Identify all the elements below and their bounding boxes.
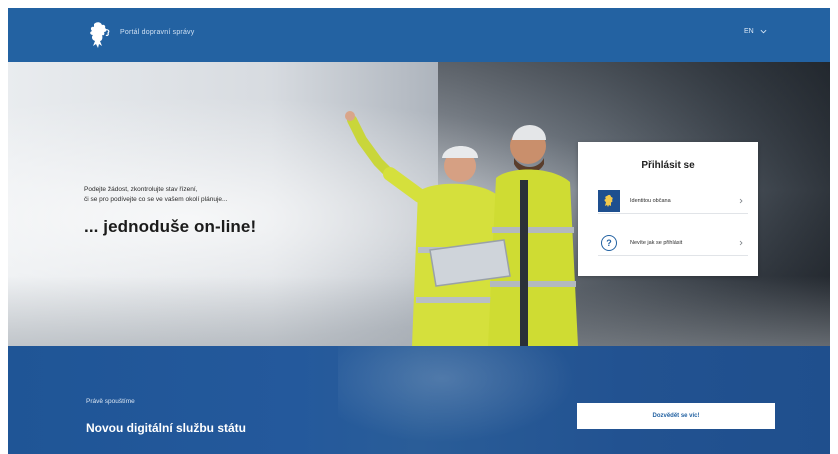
login-option-citizen-identity[interactable]: Identitou občana [598, 188, 748, 214]
login-option-label: Identitou občana [630, 197, 671, 204]
identity-badge-icon [598, 189, 620, 212]
top-header: Portál dopravní správy EN [8, 8, 830, 62]
language-switcher[interactable]: EN [744, 28, 767, 35]
login-title: Přihlásit se [641, 160, 695, 171]
login-card: Přihlásit se Identitou občana ? Nevíte j… [578, 142, 758, 276]
hero-section: Podejte žádost, zkontrolujte stav řízení… [8, 62, 830, 346]
login-option-help[interactable]: ? Nevíte jak se přihlásit [598, 230, 748, 256]
hero-headline: ... jednoduše on-line! [84, 217, 257, 236]
banner-background-photo [338, 346, 598, 454]
page-frame: Portál dopravní správy EN Podejte žádost… [8, 8, 830, 454]
lion-emblem-icon[interactable] [86, 20, 112, 50]
banner-title: Novou digitální službu státu [86, 421, 246, 435]
hero-tagline: Podejte žádost, zkontrolujte stav řízení… [84, 185, 314, 205]
learn-more-button[interactable]: Dozvědět se víc! [577, 403, 775, 429]
portal-brand-name[interactable]: Portál dopravní správy [120, 29, 194, 36]
chevron-right-icon [739, 198, 743, 203]
hero-tagline-line2: či se pro podívejte co se ve vašem okolí… [84, 196, 228, 203]
question-circle-icon: ? [598, 232, 620, 254]
promo-banner: Právě spouštíme Novou digitální službu s… [8, 346, 830, 454]
language-code: EN [744, 28, 754, 35]
login-option-label: Nevíte jak se přihlásit [630, 239, 683, 246]
hero-workers-image [345, 111, 578, 346]
chevron-down-icon [760, 29, 767, 34]
chevron-right-icon [739, 240, 743, 245]
banner-kicker: Právě spouštíme [86, 398, 135, 405]
hero-tagline-line1: Podejte žádost, zkontrolujte stav řízení… [84, 186, 198, 193]
